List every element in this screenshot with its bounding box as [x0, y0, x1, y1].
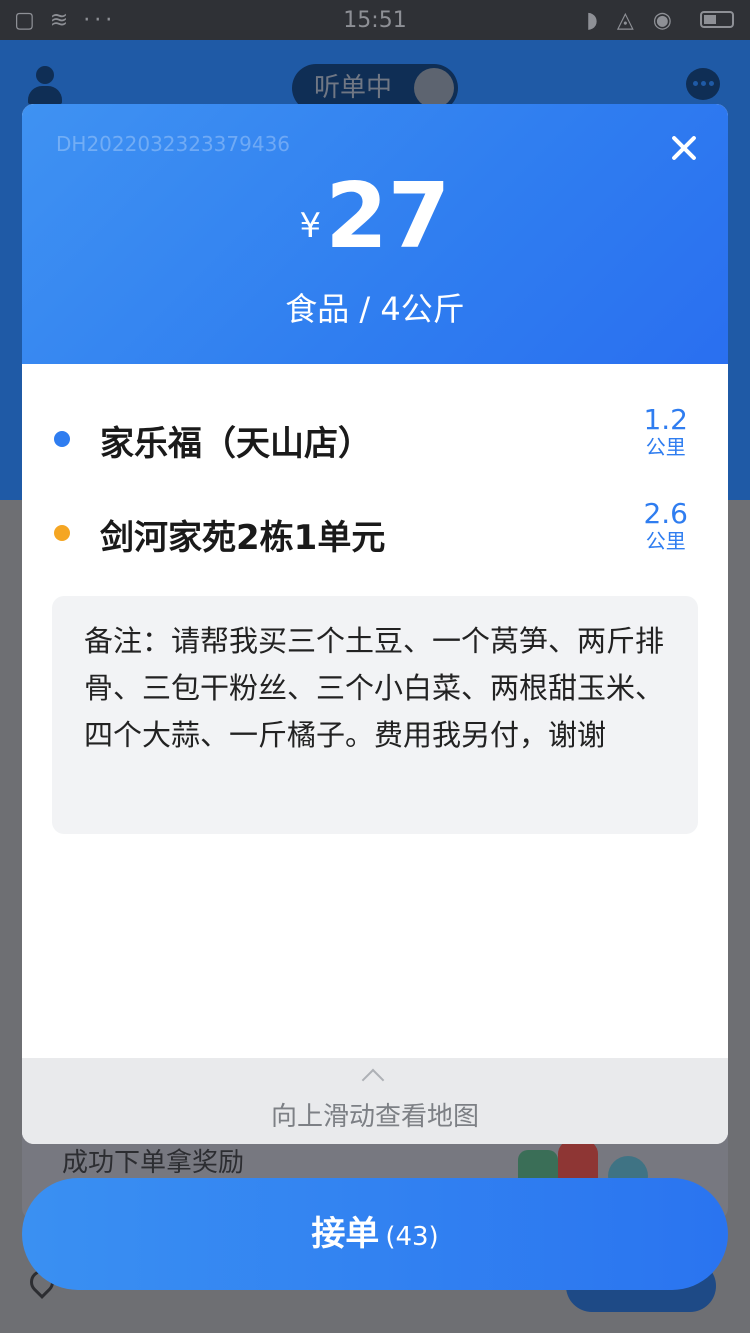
pickup-row: 家乐福（天山店） 1.2 公里 [22, 404, 728, 474]
dropoff-dot-icon [54, 525, 70, 541]
dropoff-row: 剑河家苑2栋1单元 2.6 公里 [22, 498, 728, 568]
price-amount: 27 [325, 164, 451, 269]
accept-label: 接单 [311, 1214, 380, 1254]
modal-header: DH2022032323379436 ¥27 食品 / 4公斤 [22, 104, 728, 364]
price: ¥27 [22, 164, 728, 269]
pickup-name: 家乐福（天山店） [100, 424, 372, 464]
currency-symbol: ¥ [299, 206, 322, 246]
pickup-distance-value: 1.2 [643, 403, 688, 436]
pickup-dot-icon [54, 431, 70, 447]
swipe-hint[interactable]: 向上滑动查看地图 [22, 1058, 728, 1144]
battery-icon [700, 11, 734, 28]
status-right-icons: ◗ ◬ ◉ [586, 8, 678, 33]
order-modal: DH2022032323379436 ¥27 食品 / 4公斤 家乐福（天山店）… [22, 104, 728, 1144]
pickup-distance-unit: 公里 [645, 435, 686, 459]
toggle-knob [414, 68, 454, 108]
dropoff-distance: 2.6 公里 [643, 497, 688, 553]
order-note: 备注：请帮我买三个土豆、一个莴笋、两斤排骨、三包干粉丝、三个小白菜、两根甜玉米、… [52, 596, 698, 834]
pickup-distance: 1.2 公里 [643, 403, 688, 459]
dropoff-distance-value: 2.6 [643, 497, 688, 530]
chat-icon[interactable] [686, 68, 720, 100]
accept-order-button[interactable]: 接单 (43) [22, 1178, 728, 1290]
chevron-up-icon [361, 1068, 385, 1092]
listen-toggle-label: 听单中 [314, 73, 393, 103]
user-icon[interactable] [28, 66, 62, 106]
dropoff-name: 剑河家苑2栋1单元 [100, 518, 386, 558]
swipe-hint-text: 向上滑动查看地图 [270, 1102, 479, 1132]
accept-count: (43) [385, 1222, 439, 1252]
close-icon[interactable] [666, 130, 702, 166]
dropoff-distance-unit: 公里 [645, 529, 686, 553]
promo-text: 成功下单拿奖励 [62, 1148, 245, 1178]
goods-info: 食品 / 4公斤 [285, 290, 465, 328]
order-number: DH2022032323379436 [56, 132, 291, 156]
status-bar: ▢ ≋ ··· 15:51 ◗ ◬ ◉ [0, 0, 750, 40]
